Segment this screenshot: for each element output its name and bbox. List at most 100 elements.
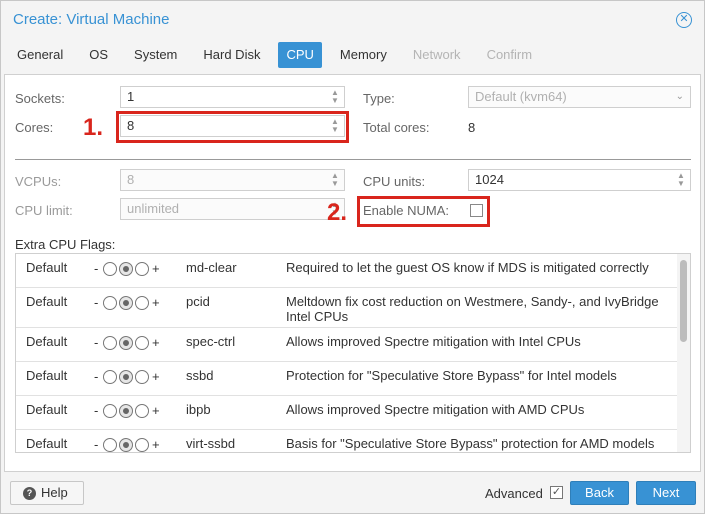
tab-hard-disk[interactable]: Hard Disk [195, 42, 268, 68]
flag-tristate: - + [94, 437, 160, 452]
flag-off-radio[interactable] [103, 438, 117, 452]
flag-default: Default [26, 368, 68, 383]
back-button[interactable]: Back [570, 481, 629, 505]
flag-off-radio[interactable] [103, 404, 117, 418]
flag-name: ibpb [186, 402, 211, 417]
cores-input[interactable]: 8 ▲ ▼ [120, 115, 345, 137]
enable-numa-checkbox[interactable] [470, 204, 483, 217]
flag-on-radio[interactable] [135, 370, 149, 384]
cpu-type-select[interactable]: Default (kvm64) ⌄ [468, 86, 691, 108]
help-icon: ? [23, 487, 36, 500]
annotation-marker-2: 2. [327, 199, 348, 226]
flag-on-radio[interactable] [135, 336, 149, 350]
flag-tristate: - + [94, 261, 160, 277]
cpu-panel: Sockets: 1 ▲ ▼ Cores: 8 ▲ ▼ Type: Default … [4, 74, 701, 472]
flag-name: spec-ctrl [186, 334, 236, 349]
vcpus-value: 8 [127, 172, 135, 187]
cpu-units-spinner-icon[interactable]: ▲ ▼ [676, 172, 686, 188]
cpu-units-value: 1024 [475, 172, 504, 187]
dialog-title: Create: Virtual Machine [13, 11, 170, 28]
cpu-limit-input[interactable]: unlimited ▲ ▼ [120, 198, 345, 220]
advanced-checkbox[interactable]: ✓ [550, 486, 563, 499]
flag-default-radio[interactable] [119, 370, 133, 384]
flag-off-radio[interactable] [103, 370, 117, 384]
cpu-units-label: CPU units: [363, 174, 426, 189]
cpu-flags-grid: Default - + md-clear Required to let the… [15, 253, 691, 453]
flag-name: virt-ssbd [186, 436, 236, 451]
cores-spinner-icon[interactable]: ▲ ▼ [330, 118, 340, 134]
flag-tristate: - + [94, 295, 160, 311]
flag-default: Default [26, 436, 68, 451]
minus-label: - [94, 295, 99, 310]
cpu-limit-placeholder: unlimited [127, 201, 180, 216]
minus-label: - [94, 335, 99, 350]
plus-label: + [152, 261, 160, 276]
sockets-label: Sockets: [15, 91, 65, 106]
total-cores-value: 8 [468, 120, 476, 135]
plus-label: + [152, 437, 160, 452]
plus-label: + [152, 335, 160, 350]
minus-label: - [94, 369, 99, 384]
sockets-spinner-icon[interactable]: ▲ ▼ [330, 89, 340, 105]
flag-default-radio[interactable] [119, 438, 133, 452]
flag-default-radio[interactable] [119, 262, 133, 276]
cpu-limit-label: CPU limit: [15, 203, 73, 218]
sockets-value: 1 [127, 89, 135, 104]
scrollbar-thumb[interactable] [680, 260, 687, 342]
enable-numa-label: Enable NUMA: [363, 203, 449, 218]
tab-memory[interactable]: Memory [332, 42, 395, 68]
tab-confirm: Confirm [486, 47, 533, 62]
flag-description: Basis for "Speculative Store Bypass" pro… [286, 436, 655, 451]
flag-name: pcid [186, 294, 210, 309]
flag-off-radio[interactable] [103, 262, 117, 276]
flag-description: Protection for "Speculative Store Bypass… [286, 368, 617, 383]
tab-network: Network [412, 47, 461, 62]
minus-label: - [94, 261, 99, 276]
flag-default-radio[interactable] [119, 336, 133, 350]
tab-cpu[interactable]: CPU [278, 42, 322, 68]
flag-default: Default [26, 402, 68, 417]
minus-label: - [94, 403, 99, 418]
table-row: Default - + spec-ctrl Allows improved Sp… [16, 328, 678, 362]
flag-default-radio[interactable] [119, 404, 133, 418]
cpu-units-input[interactable]: 1024 ▲ ▼ [468, 169, 691, 191]
flag-on-radio[interactable] [135, 438, 149, 452]
annotation-marker-1: 1. [83, 114, 104, 141]
help-label: Help [41, 485, 68, 500]
flag-tristate: - + [94, 403, 160, 419]
chevron-down-icon[interactable]: ⌄ [676, 87, 684, 107]
next-button[interactable]: Next [636, 481, 696, 505]
type-label: Type: [363, 91, 395, 106]
tab-os[interactable]: OS [81, 42, 116, 68]
create-vm-dialog: Create: Virtual Machine ✕ General OS Sys… [0, 0, 705, 514]
advanced-label: Advanced [485, 486, 543, 501]
flag-off-radio[interactable] [103, 296, 117, 310]
cores-label: Cores: [15, 120, 54, 135]
flag-on-radio[interactable] [135, 262, 149, 276]
dialog-titlebar: Create: Virtual Machine ✕ [1, 1, 704, 39]
flag-on-radio[interactable] [135, 296, 149, 310]
vcpus-spinner-icon[interactable]: ▲ ▼ [330, 172, 340, 188]
table-row: Default - + ibpb Allows improved Spectre… [16, 396, 678, 430]
tab-general[interactable]: General [9, 42, 71, 68]
flags-scrollbar[interactable] [677, 254, 690, 452]
flag-default: Default [26, 294, 68, 309]
flag-default-radio[interactable] [119, 296, 133, 310]
flag-name: md-clear [186, 260, 237, 275]
vcpus-label: VCPUs: [15, 174, 62, 189]
flag-description: Meltdown fix cost reduction on Westmere,… [286, 294, 659, 324]
cpu-type-value: Default (kvm64) [475, 89, 567, 104]
flag-description: Required to let the guest OS know if MDS… [286, 260, 649, 275]
close-icon[interactable]: ✕ [676, 12, 692, 28]
flag-description: Allows improved Spectre mitigation with … [286, 334, 581, 349]
help-button[interactable]: ? Help [10, 481, 84, 505]
vcpus-input[interactable]: 8 ▲ ▼ [120, 169, 345, 191]
sockets-input[interactable]: 1 ▲ ▼ [120, 86, 345, 108]
flag-on-radio[interactable] [135, 404, 149, 418]
table-row: Default - + ssbd Protection for "Specula… [16, 362, 678, 396]
flag-off-radio[interactable] [103, 336, 117, 350]
tab-system[interactable]: System [126, 42, 185, 68]
total-cores-label: Total cores: [363, 120, 430, 135]
extra-cpu-flags-heading: Extra CPU Flags: [15, 237, 116, 252]
flag-tristate: - + [94, 369, 160, 385]
